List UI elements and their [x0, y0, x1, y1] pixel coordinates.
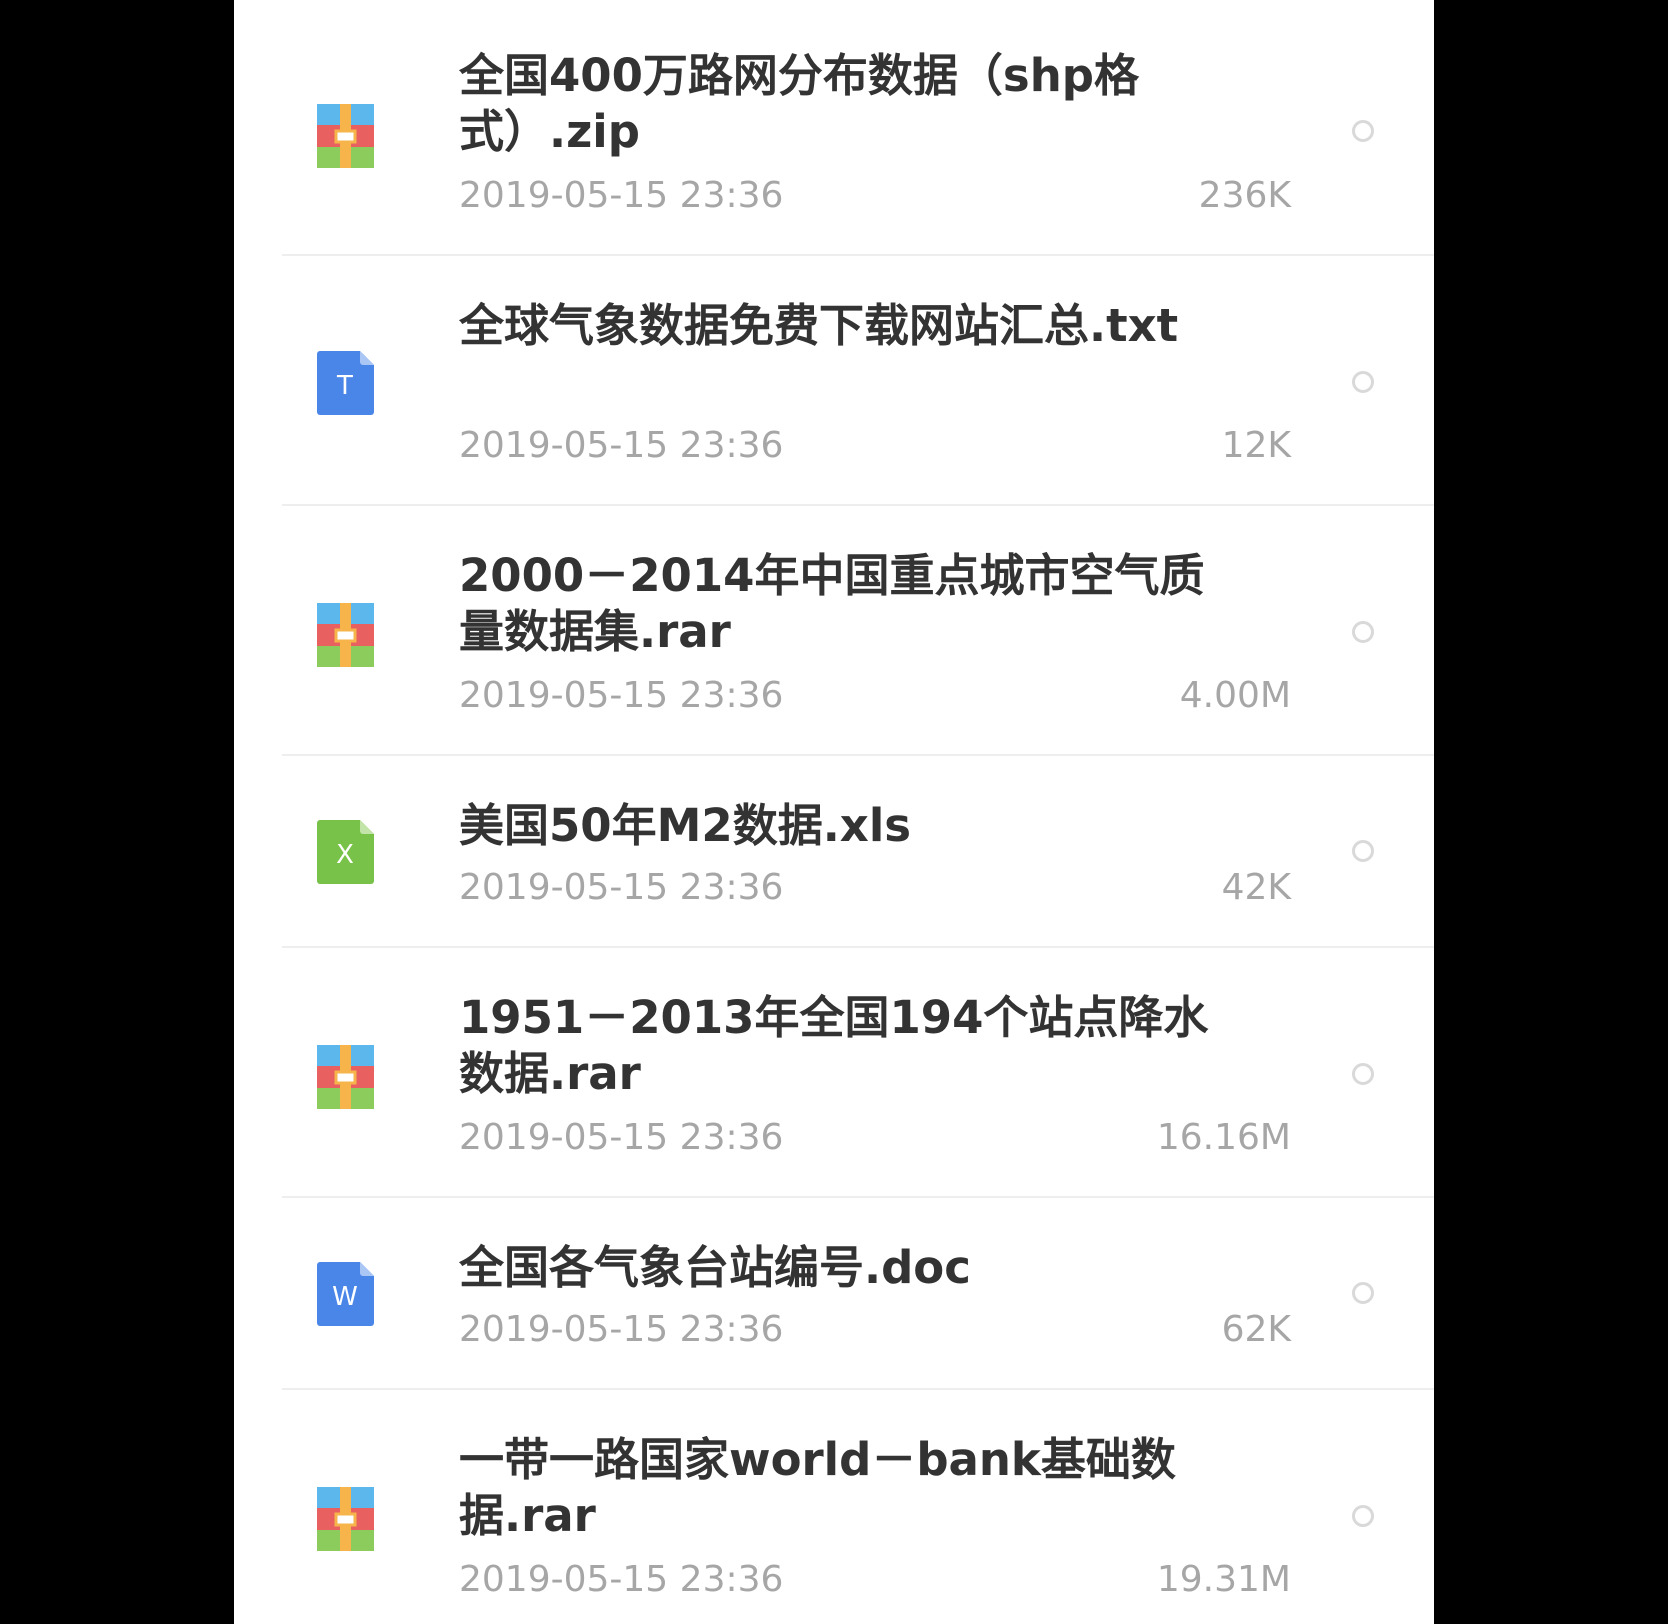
file-date: 2019-05-15 23:36	[459, 175, 784, 216]
file-date: 2019-05-15 23:36	[459, 1309, 784, 1350]
select-radio[interactable]	[1352, 840, 1374, 862]
file-size: 12K	[1221, 425, 1291, 466]
file-date: 2019-05-15 23:36	[459, 1559, 784, 1600]
svg-text:T: T	[336, 371, 353, 401]
select-radio[interactable]	[1352, 1063, 1374, 1085]
file-name: 2000－2014年中国重点城市空气质量数据集.rar	[459, 549, 1205, 658]
file-size: 4.00M	[1179, 675, 1291, 716]
file-name: 全国400万路网分布数据（shp格式）.zip	[459, 49, 1139, 158]
select-radio[interactable]	[1352, 1282, 1374, 1304]
file-row[interactable]: 2000－2014年中国重点城市空气质量数据集.rar 2019-05-15 2…	[234, 506, 1434, 756]
file-row[interactable]: 一带一路国家world－bank基础数据.rar 2019-05-15 23:3…	[234, 1390, 1434, 1624]
file-name: 美国50年M2数据.xls	[459, 799, 912, 852]
excel-file-icon: X	[317, 820, 374, 884]
select-radio[interactable]	[1352, 621, 1374, 643]
file-row[interactable]: 全国400万路网分布数据（shp格式）.zip 2019-05-15 23:36…	[234, 0, 1434, 256]
file-size: 19.31M	[1156, 1559, 1291, 1600]
file-row[interactable]: W 全国各气象台站编号.doc 2019-05-15 23:36 62K	[234, 1198, 1434, 1390]
file-list-screen: 全国400万路网分布数据（shp格式）.zip 2019-05-15 23:36…	[234, 0, 1434, 1624]
file-date: 2019-05-15 23:36	[459, 675, 784, 716]
file-name: 1951－2013年全国194个站点降水数据.rar	[459, 991, 1209, 1100]
file-name: 一带一路国家world－bank基础数据.rar	[459, 1433, 1176, 1542]
file-size: 62K	[1221, 1309, 1291, 1350]
file-size: 236K	[1198, 175, 1291, 216]
file-row[interactable]: 1951－2013年全国194个站点降水数据.rar 2019-05-15 23…	[234, 948, 1434, 1198]
svg-text:X: X	[336, 840, 354, 870]
word-file-icon: W	[317, 1262, 374, 1326]
svg-text:W: W	[332, 1282, 358, 1312]
file-date: 2019-05-15 23:36	[459, 1117, 784, 1158]
file-date: 2019-05-15 23:36	[459, 425, 784, 466]
select-radio[interactable]	[1352, 371, 1374, 393]
text-file-icon: T	[317, 351, 374, 415]
archive-icon	[317, 603, 374, 667]
file-name: 全球气象数据免费下载网站汇总.txt	[459, 299, 1179, 352]
file-date: 2019-05-15 23:36	[459, 867, 784, 908]
file-row[interactable]: T 全球气象数据免费下载网站汇总.txt 2019-05-15 23:36 12…	[234, 256, 1434, 506]
archive-icon	[317, 104, 374, 168]
file-row[interactable]: X 美国50年M2数据.xls 2019-05-15 23:36 42K	[234, 756, 1434, 948]
archive-icon	[317, 1045, 374, 1109]
file-size: 42K	[1221, 867, 1291, 908]
select-radio[interactable]	[1352, 120, 1374, 142]
file-size: 16.16M	[1156, 1117, 1291, 1158]
file-name: 全国各气象台站编号.doc	[459, 1241, 971, 1294]
select-radio[interactable]	[1352, 1505, 1374, 1527]
archive-icon	[317, 1487, 374, 1551]
